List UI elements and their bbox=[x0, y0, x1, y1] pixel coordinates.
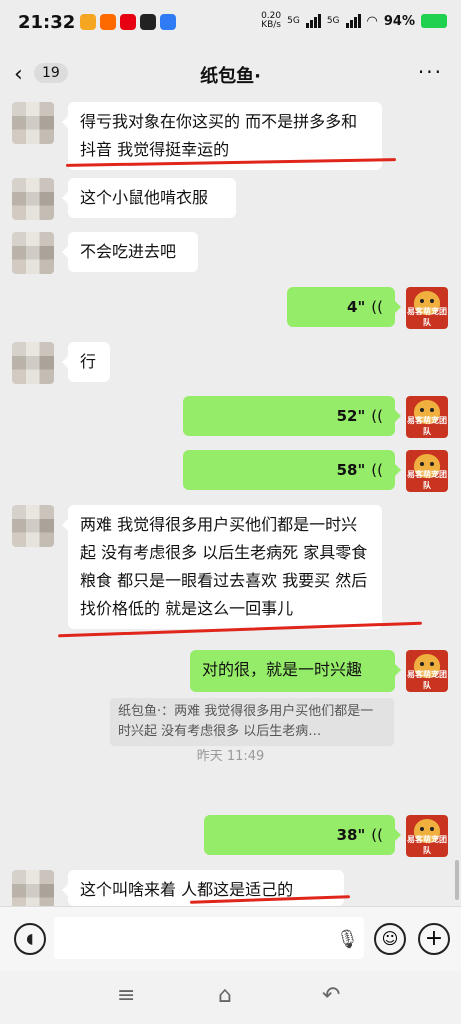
message-bubble[interactable]: 这个小鼠他啃衣服 bbox=[62, 178, 236, 218]
user-avatar[interactable]: 易客萌宠团队 bbox=[406, 287, 448, 329]
user-avatar[interactable]: 易客萌宠团队 bbox=[406, 450, 448, 492]
message-timestamp: 昨天 11:49 bbox=[196, 749, 265, 764]
wifi-icon: ◠ bbox=[366, 13, 378, 29]
microphone-icon[interactable]: 🎙 bbox=[336, 929, 359, 950]
voice-wave-icon: (( bbox=[371, 407, 383, 425]
back-nav-icon[interactable]: ↶ bbox=[322, 983, 340, 1008]
home-icon[interactable]: ⌂ bbox=[218, 983, 232, 1008]
avatar-label: 易客萌宠团队 bbox=[407, 835, 447, 855]
voice-duration: 4" bbox=[347, 298, 366, 316]
signal-type: 5G bbox=[326, 16, 340, 26]
signal-type: 5G bbox=[287, 16, 300, 26]
emoji-icon[interactable]: ☺ bbox=[374, 923, 406, 955]
add-icon[interactable]: + bbox=[418, 923, 450, 955]
contact-avatar[interactable] bbox=[12, 342, 54, 384]
net-speed-unit: KB/s bbox=[261, 20, 281, 30]
app-notification-icon bbox=[160, 14, 176, 30]
voice-message[interactable]: 58" (( bbox=[183, 450, 401, 490]
battery-percent: 94% bbox=[383, 13, 415, 29]
app-notification-icon bbox=[120, 14, 136, 30]
message-input[interactable] bbox=[54, 917, 364, 959]
voice-message[interactable]: 38" (( bbox=[204, 815, 401, 855]
contact-avatar[interactable] bbox=[12, 232, 54, 274]
menu-icon[interactable]: ≡ bbox=[117, 983, 135, 1008]
app-notification-icon bbox=[140, 14, 156, 30]
more-icon[interactable]: ··· bbox=[418, 60, 443, 84]
scrollbar[interactable] bbox=[455, 860, 459, 900]
message-bubble[interactable]: 两难 我觉得很多用户买他们都是一时兴起 没有考虑很多 以后生老病死 家具零食粮食… bbox=[62, 505, 382, 629]
app-notification-icon bbox=[80, 14, 96, 30]
user-avatar[interactable]: 易客萌宠团队 bbox=[406, 815, 448, 857]
chat-title: 纸包鱼· bbox=[200, 66, 261, 87]
avatar-label: 易客萌宠团队 bbox=[407, 670, 447, 690]
voice-message[interactable]: 52" (( bbox=[183, 396, 401, 436]
message-bubble[interactable]: 不会吃进去吧 bbox=[62, 232, 198, 272]
contact-avatar[interactable] bbox=[12, 178, 54, 220]
signal-icon bbox=[345, 14, 361, 28]
system-navigation-bar: ≡ ⌂ ↶ bbox=[0, 971, 461, 1024]
status-app-icons bbox=[80, 14, 176, 30]
voice-duration: 38" bbox=[336, 826, 366, 844]
app-notification-icon bbox=[100, 14, 116, 30]
status-time: 21:32 bbox=[18, 12, 76, 33]
chat-header: ‹ 19 纸包鱼· ··· bbox=[0, 44, 461, 104]
message-bubble[interactable]: 行 bbox=[62, 342, 110, 382]
voice-input-icon[interactable]: ◖ bbox=[14, 923, 46, 955]
voice-duration: 58" bbox=[336, 461, 366, 479]
contact-avatar[interactable] bbox=[12, 102, 54, 144]
status-bar: 21:32 0.20 KB/s 5G 5G ◠ 94% bbox=[0, 0, 461, 44]
signal-icon bbox=[305, 14, 321, 28]
user-avatar[interactable]: 易客萌宠团队 bbox=[406, 396, 448, 438]
voice-wave-icon: (( bbox=[371, 461, 383, 479]
avatar-label: 易客萌宠团队 bbox=[407, 470, 447, 490]
network-speed: 0.20 KB/s bbox=[261, 12, 281, 30]
message-bubble[interactable]: 对的很，就是一时兴趣 bbox=[190, 650, 401, 692]
voice-duration: 52" bbox=[336, 407, 366, 425]
quoted-message[interactable]: 纸包鱼·：两难 我觉得很多用户买他们都是一时兴起 没有考虑很多 以后生老病… bbox=[110, 698, 394, 746]
voice-wave-icon: (( bbox=[371, 826, 383, 844]
avatar-label: 易客萌宠团队 bbox=[407, 307, 447, 327]
battery-icon bbox=[421, 14, 447, 28]
voice-message[interactable]: 4" (( bbox=[287, 287, 401, 327]
voice-wave-icon: (( bbox=[371, 298, 383, 316]
user-avatar[interactable]: 易客萌宠团队 bbox=[406, 650, 448, 692]
input-bar: ◖ 🎙 ☺ + bbox=[0, 906, 461, 971]
avatar-label: 易客萌宠团队 bbox=[407, 416, 447, 436]
contact-avatar[interactable] bbox=[12, 505, 54, 547]
